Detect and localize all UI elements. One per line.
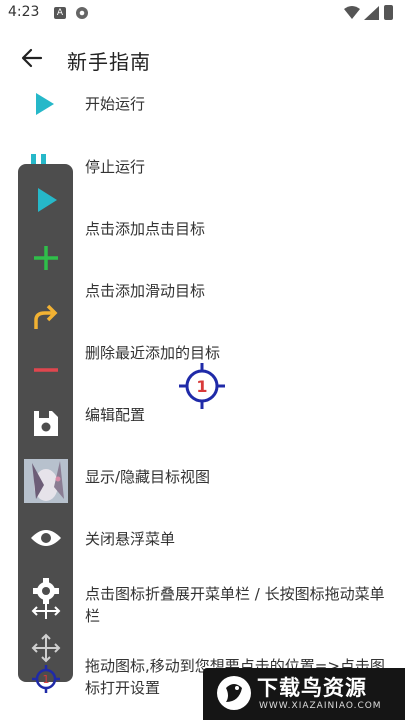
guide-row-start: 开始运行 [0,82,405,126]
row-label: 显示/隐藏目标视图 [85,468,211,486]
floating-config-button[interactable] [18,402,73,442]
row-label: 点击添加滑动目标 [85,282,206,300]
play-icon [37,188,57,212]
settings-notification-icon [76,7,88,19]
status-bar: 4:23 A [0,0,405,28]
floating-target-button[interactable]: 1 [18,664,73,694]
plus-icon [33,246,58,270]
watermark-subtitle: WWW.XIAZAINIAO.COM [259,701,382,711]
thumbnail-image [23,459,68,503]
floating-add-click-button[interactable] [18,240,73,276]
target-marker-number: 1 [196,377,207,396]
eye-icon [30,530,61,546]
floating-move-button[interactable] [18,630,73,666]
watermark-title: 下载鸟资源 [257,676,367,700]
back-button[interactable] [16,42,48,74]
config-icon [33,411,58,436]
floating-play-button[interactable] [18,182,73,218]
row-label: 点击添加点击目标 [85,220,206,238]
floating-fold-menu-button[interactable] [18,574,73,620]
signal-icon [364,6,379,20]
swipe-arrow-icon [33,304,57,329]
page-title: 新手指南 [67,50,151,74]
row-label: 停止运行 [85,158,146,176]
gear-move-icon [31,578,60,619]
play-icon [22,82,66,126]
arrow-left-icon [21,48,43,68]
bird-logo-icon [217,676,251,710]
floating-add-swipe-button[interactable] [18,298,73,334]
row-label: 开始运行 [85,95,146,113]
row-label: 关闭悬浮菜单 [85,530,176,548]
row-label: 编辑配置 [85,406,146,424]
wifi-icon [344,6,360,19]
watermark: 下载鸟资源 WWW.XIAZAINIAO.COM [203,668,405,720]
app-bar: 新手指南 [0,28,405,88]
a-notification-icon: A [54,7,66,19]
status-time: 4:23 [8,4,40,20]
move-icon [31,633,60,663]
battery-icon [384,5,393,20]
row-label: 点击图标折叠展开菜单栏 / 长按图标拖动菜单栏 [85,585,385,625]
floating-menu[interactable]: 1 [18,164,73,693]
floating-toggle-view-button[interactable] [18,458,73,504]
row-label: 删除最近添加的目标 [85,344,221,362]
floating-delete-button[interactable] [18,352,73,388]
target-marker[interactable]: 1 [178,362,226,410]
floating-close-menu-button[interactable] [18,520,73,556]
minus-icon [33,368,58,372]
target-icon: 1 [31,665,60,693]
target-number: 1 [42,673,49,686]
